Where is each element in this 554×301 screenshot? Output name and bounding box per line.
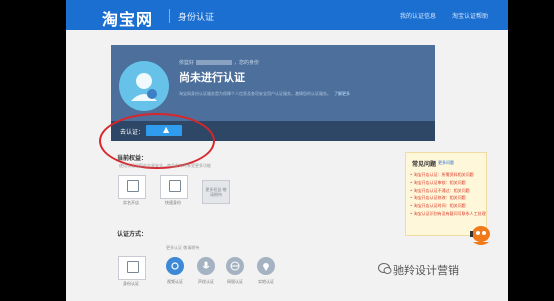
faq-item[interactable]: 淘宝开店认证：所需资料相关问题 [410,171,486,179]
method-video[interactable] [166,257,184,275]
method-voice[interactable] [197,257,215,275]
faq-list: 淘宝开店认证：所需资料相关问题 淘宝开店认证审核：相关问题 淘宝开店认证不通过：… [410,171,486,218]
id-card-icon [169,180,181,192]
method-onsite[interactable] [257,257,275,275]
page-title: 身份认证 [178,13,215,23]
tile-quick-identity-label: 快速身份 [165,200,181,205]
watermark-text: 驰羚设计营销 [393,264,459,277]
faq-item[interactable]: 淘宝开店认证审核：相关问题 [410,179,486,187]
wechat-icon [378,263,392,274]
methods-heading: 认证方式： [117,231,148,238]
methods-subtext: 更多认证 敬请期待 [166,245,200,250]
header-divider [169,9,170,23]
faq-item[interactable]: 淘宝开店认证时间：相关问题 [410,202,486,210]
tile-more-benefits: 更多权益 敬请期待 [202,180,230,204]
method-video-label: 视频认证 [167,279,183,284]
faq-item[interactable]: 淘宝开店认证不通过：相关问题 [410,187,486,195]
method-id-card[interactable] [118,256,146,280]
id-card-icon [127,261,139,273]
method-onsite-label: 实地认证 [258,279,274,284]
current-level-heading: 当前权益： [117,155,148,162]
nav-link-my-certification[interactable]: 我的认证信息 [400,13,436,20]
tile-quick-identity[interactable] [160,175,188,199]
tile-open-shop-label: 实名开店 [123,200,139,205]
customer-service-mascot-icon[interactable] [469,222,493,248]
method-id-card-label: 身份认证 [123,281,139,286]
tile-open-shop[interactable] [118,175,146,199]
method-bank-label: 网银认证 [227,279,243,284]
header-links: 我的认证信息 淘宝认证帮助 [386,11,488,20]
current-level-subtext: 使用认证后您在交易安全、商品发布时享受更多功能 [119,163,211,168]
letterbox-left [0,0,66,301]
camera-icon [171,262,179,270]
faq-more-link[interactable]: 更多问题 [438,160,454,166]
shop-icon [127,180,139,192]
certification-status: 尚未进行认证 [179,71,245,84]
screen-frame: 淘宝网 身份认证 我的认证信息 淘宝认证帮助 依篮好 ，您的身份 尚未进行认证 淘… [0,0,554,301]
method-voice-label: 声纹认证 [198,279,214,284]
faq-title: 常见问题 [412,161,437,168]
microphone-icon [202,261,210,269]
panel-description: 淘宝网身份认证服务是为保障个人信息及各项安全用户认证服务，激情您的认证服务。 了解… [179,91,350,96]
taobao-logo[interactable]: 淘宝网 [102,6,153,30]
nav-link-help[interactable]: 淘宝认证帮助 [452,13,488,20]
top-navbar: 淘宝网 身份认证 我的认证信息 淘宝认证帮助 [66,0,508,30]
greeting-text: 依篮好 ，您的身份 [179,60,260,66]
letterbox-right [508,0,554,301]
faq-item[interactable]: 淘宝开店认证修改：相关问题 [410,194,486,202]
method-bank[interactable] [226,257,244,275]
learn-more-link[interactable]: 了解更多 [334,91,350,96]
faq-item[interactable]: 淘宝认证识别有没有疑问可联系人工处理 [410,210,486,218]
location-pin-icon [263,263,269,271]
user-avatar-icon [119,61,169,111]
globe-icon [230,261,240,271]
